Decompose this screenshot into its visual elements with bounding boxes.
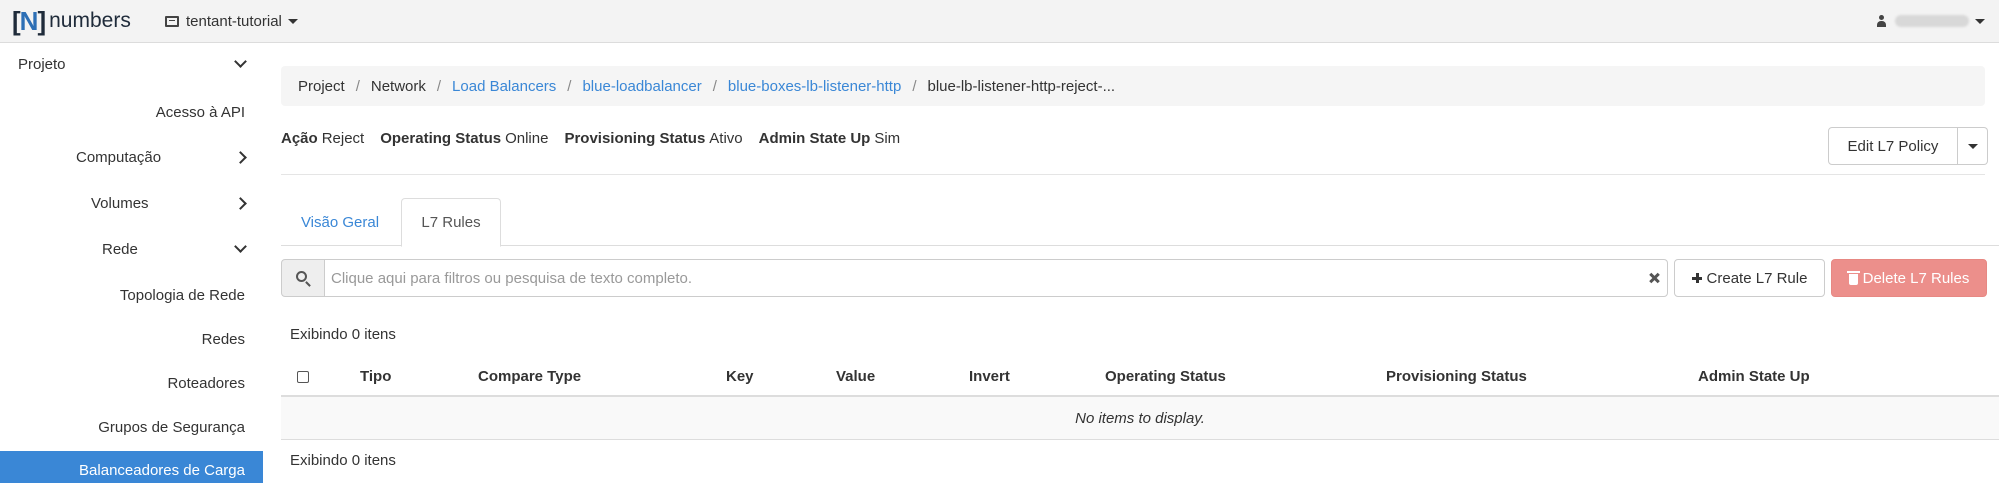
- table-empty-row: No items to display.: [281, 397, 1999, 440]
- brand-logo[interactable]: [N] numbers: [12, 5, 131, 37]
- sidebar-item-label: Topologia de Rede: [119, 286, 245, 304]
- caret-down-icon: [1967, 143, 1978, 149]
- tabs-baseline: [281, 245, 1999, 246]
- sidebar-item-label: Roteadores: [167, 374, 245, 392]
- search-icon: [296, 271, 307, 282]
- sidebar-item-topologia[interactable]: Topologia de Rede: [0, 275, 245, 315]
- column-header-operating-status[interactable]: Operating Status: [1105, 368, 1226, 385]
- sidebar-item-redes[interactable]: Redes: [0, 319, 245, 359]
- sidebar-item-computacao[interactable]: Computação: [76, 137, 247, 177]
- sidebar-item-label: Volumes: [91, 194, 149, 212]
- operating-status-label: Operating Status: [380, 129, 502, 147]
- breadcrumb-separator: /: [712, 77, 717, 95]
- breadcrumb-separator: /: [436, 77, 442, 95]
- user-icon: [1876, 14, 1887, 28]
- search-addon: [281, 259, 325, 297]
- divider: [281, 174, 1985, 175]
- column-header-value[interactable]: Value: [836, 368, 875, 385]
- tab-visao-geral[interactable]: Visão Geral: [281, 198, 399, 246]
- column-header-invert[interactable]: Invert: [969, 368, 1010, 385]
- sidebar-item-label: Acesso à API: [155, 103, 245, 121]
- user-name-blurred: [1895, 15, 1969, 27]
- breadcrumb-separator: /: [567, 77, 572, 95]
- sidebar-item-label: Grupos de Segurança: [98, 418, 245, 436]
- project-selector[interactable]: tentant-tutorial: [165, 10, 298, 32]
- sidebar-nav: Projeto Acesso à API Computação Volumes …: [0, 44, 263, 483]
- sidebar-item-label: Redes: [201, 330, 245, 348]
- breadcrumb-load-balancers-link[interactable]: Load Balancers: [452, 78, 556, 95]
- delete-l7-rules-label: Delete L7 Rules: [1862, 269, 1970, 287]
- item-count-top: Exibindo 0 itens: [290, 326, 396, 343]
- policy-actions-dropdown-toggle[interactable]: [1958, 127, 1988, 165]
- monitor-icon: [165, 15, 179, 27]
- sidebar-item-label: Balanceadores de Carga: [79, 461, 245, 479]
- column-header-provisioning-status[interactable]: Provisioning Status: [1386, 368, 1527, 385]
- sidebar-item-label: Computação: [76, 148, 162, 166]
- brand-word: numbers: [49, 9, 131, 32]
- sidebar-item-label: Projeto: [18, 55, 66, 73]
- chevron-right-icon: [234, 150, 247, 164]
- action-value: Reject: [321, 129, 365, 147]
- breadcrumb-separator: /: [912, 77, 917, 95]
- caret-down-icon: [1975, 18, 1985, 24]
- chevron-down-icon: [234, 240, 247, 253]
- edit-policy-button-group: Edit L7 Policy: [1828, 127, 1988, 165]
- chevron-down-icon: [234, 55, 247, 68]
- sidebar-item-acesso-api[interactable]: Acesso à API: [0, 92, 245, 132]
- column-header-compare-type[interactable]: Compare Type: [478, 368, 581, 385]
- provisioning-status-value: Ativo: [709, 129, 743, 147]
- sidebar-item-volumes[interactable]: Volumes: [91, 183, 247, 223]
- admin-state-label: Admin State Up: [758, 129, 871, 147]
- sidebar-item-grupos-seguranca[interactable]: Grupos de Segurança: [0, 407, 245, 447]
- breadcrumb-separator: /: [355, 77, 360, 95]
- sidebar-item-label: Rede: [102, 240, 138, 258]
- breadcrumb-listener-link[interactable]: blue-boxes-lb-listener-http: [728, 78, 901, 95]
- search-input[interactable]: [324, 259, 1668, 297]
- sidebar-item-projeto[interactable]: Projeto: [18, 44, 247, 84]
- edit-l7-policy-button[interactable]: Edit L7 Policy: [1828, 127, 1958, 165]
- select-all-checkbox[interactable]: [297, 371, 309, 383]
- trash-icon: [1846, 270, 1860, 285]
- create-l7-rule-button[interactable]: Create L7 Rule: [1674, 259, 1825, 297]
- policy-detail-summary: Ação Reject Operating Status Online Prov…: [281, 128, 916, 148]
- column-header-admin-state-up[interactable]: Admin State Up: [1698, 368, 1810, 385]
- delete-l7-rules-button[interactable]: Delete L7 Rules: [1831, 259, 1987, 297]
- top-navbar: [N] numbers tentant-tutorial: [0, 0, 1999, 43]
- sidebar-item-roteadores[interactable]: Roteadores: [0, 363, 245, 403]
- sidebar-item-balanceadores[interactable]: Balanceadores de Carga: [0, 451, 263, 483]
- breadcrumb-network: Network: [370, 77, 426, 95]
- sidebar-item-rede[interactable]: Rede: [102, 229, 247, 269]
- breadcrumb-project: Project: [298, 77, 345, 95]
- chevron-right-icon: [234, 196, 247, 210]
- tab-l7-rules[interactable]: L7 Rules: [401, 198, 501, 247]
- column-header-tipo[interactable]: Tipo: [360, 368, 391, 385]
- project-name: tentant-tutorial: [186, 12, 282, 30]
- caret-down-icon: [287, 18, 298, 24]
- plus-icon: [1691, 273, 1702, 283]
- table-header: Tipo Compare Type Key Value Invert Opera…: [281, 357, 1999, 397]
- brand-mark: [N]: [12, 5, 46, 36]
- breadcrumb-current-policy: blue-lb-listener-http-reject-...: [927, 77, 1116, 95]
- clear-search-icon[interactable]: [1645, 269, 1663, 287]
- user-menu[interactable]: [1876, 10, 1985, 32]
- column-header-key[interactable]: Key: [726, 368, 754, 385]
- item-count-bottom: Exibindo 0 itens: [290, 452, 396, 469]
- provisioning-status-label: Provisioning Status: [564, 129, 706, 147]
- admin-state-value: Sim: [874, 129, 901, 147]
- breadcrumb: Project / Network / Load Balancers / blu…: [281, 66, 1985, 106]
- action-label: Ação: [281, 129, 318, 147]
- create-l7-rule-label: Create L7 Rule: [1706, 269, 1808, 287]
- breadcrumb-loadbalancer-link[interactable]: blue-loadbalancer: [582, 78, 701, 95]
- operating-status-value: Online: [505, 129, 549, 147]
